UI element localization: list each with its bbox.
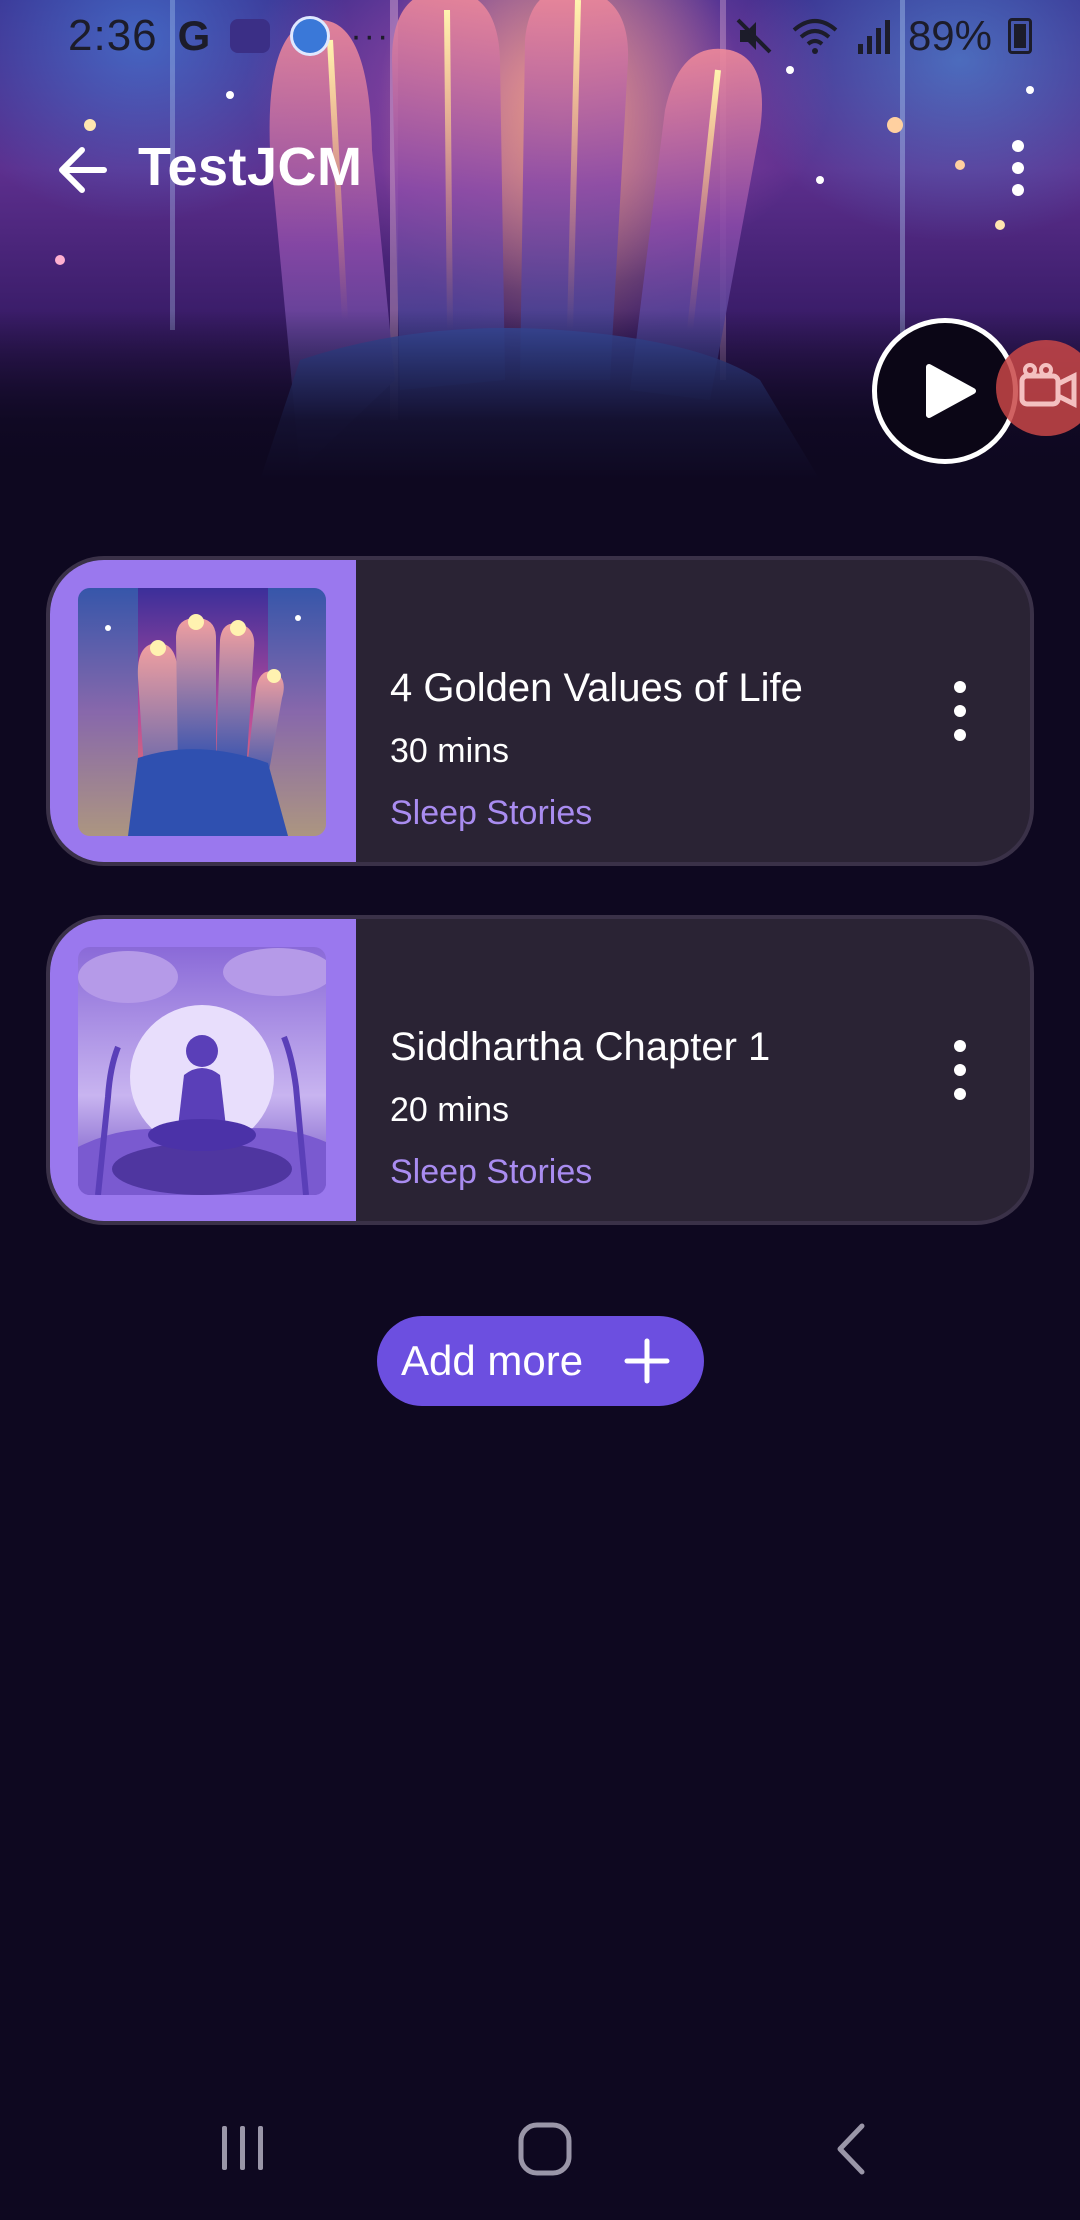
wifi-icon bbox=[792, 19, 838, 54]
status-bar: 2:36 G ··· 89% bbox=[0, 0, 1080, 72]
back-arrow-icon[interactable] bbox=[54, 142, 110, 198]
track-thumbnail bbox=[78, 588, 326, 836]
google-icon: G bbox=[177, 12, 211, 59]
status-time: 2:36 bbox=[68, 11, 158, 60]
card-art-panel bbox=[50, 919, 356, 1221]
more-vertical-icon[interactable] bbox=[942, 1037, 978, 1103]
track-duration: 30 mins bbox=[390, 732, 510, 770]
more-vertical-icon[interactable] bbox=[996, 138, 1040, 198]
more-notifications-icon: ··· bbox=[350, 16, 391, 55]
page-title: TestJCM bbox=[138, 137, 363, 197]
battery-percent: 89% bbox=[907, 12, 992, 59]
mute-icon bbox=[736, 18, 772, 54]
track-duration: 20 mins bbox=[390, 1091, 510, 1129]
track-card[interactable]: 4 Golden Values of Life 30 mins Sleep St… bbox=[46, 556, 1034, 866]
status-left: 2:36 G ··· bbox=[68, 11, 390, 61]
add-more-button[interactable]: Add more bbox=[377, 1316, 704, 1406]
track-thumbnail bbox=[78, 947, 326, 1195]
home-icon[interactable] bbox=[516, 2120, 574, 2178]
track-text: Siddhartha Chapter 1 20 mins Sleep Stori… bbox=[390, 919, 910, 1221]
system-nav-bar bbox=[0, 2090, 1080, 2200]
play-icon bbox=[926, 364, 976, 418]
battery-charging-icon bbox=[1008, 18, 1032, 54]
glowing-hand-artwork bbox=[78, 588, 326, 836]
screen-record-bubble[interactable] bbox=[996, 340, 1080, 436]
track-category: Sleep Stories bbox=[390, 1153, 593, 1191]
card-art-panel bbox=[50, 560, 356, 862]
add-more-label: Add more bbox=[401, 1337, 584, 1384]
recents-icon[interactable] bbox=[218, 2120, 268, 2176]
app-bar: TestJCM bbox=[0, 128, 1080, 208]
track-text: 4 Golden Values of Life 30 mins Sleep St… bbox=[390, 560, 910, 862]
track-card[interactable]: Siddhartha Chapter 1 20 mins Sleep Stori… bbox=[46, 915, 1034, 1225]
track-title: 4 Golden Values of Life bbox=[390, 666, 803, 710]
signal-icon bbox=[857, 20, 890, 54]
plus-icon bbox=[624, 1338, 670, 1384]
screen: 2:36 G ··· 89% TestJCM 4 Golden Values o… bbox=[0, 0, 1080, 2220]
meditating-monk-artwork bbox=[78, 947, 326, 1195]
video-camera-icon bbox=[1019, 363, 1077, 409]
teams-icon bbox=[230, 19, 271, 53]
back-icon[interactable] bbox=[830, 2120, 870, 2178]
track-title: Siddhartha Chapter 1 bbox=[390, 1025, 771, 1069]
more-vertical-icon[interactable] bbox=[942, 678, 978, 744]
status-right: 89% bbox=[734, 12, 1032, 60]
app-icon bbox=[290, 16, 331, 56]
track-category: Sleep Stories bbox=[390, 794, 593, 832]
